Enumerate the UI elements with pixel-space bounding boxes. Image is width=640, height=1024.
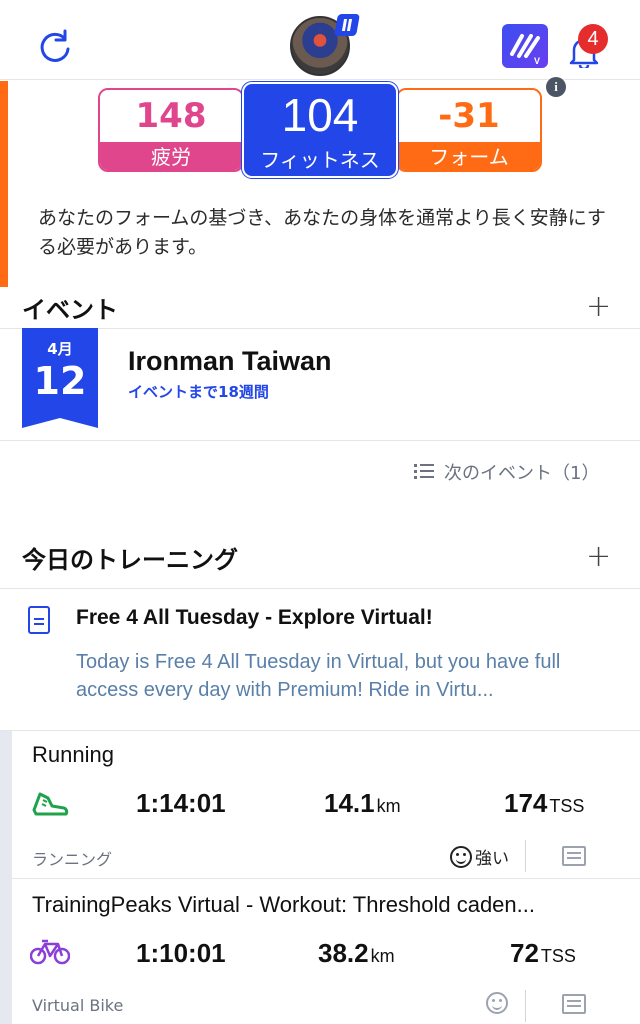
app-header: V 4 bbox=[0, 0, 640, 80]
distance-unit: km bbox=[370, 946, 395, 966]
fitness-metric[interactable]: 104 フィットネス bbox=[242, 82, 398, 178]
events-section-title: イベント bbox=[22, 296, 118, 324]
document-icon bbox=[28, 606, 50, 634]
divider bbox=[12, 878, 640, 879]
workout-type: ランニング bbox=[32, 850, 113, 869]
distance-value: 38.2 bbox=[318, 938, 369, 968]
divider bbox=[0, 440, 640, 441]
premium-badge-icon bbox=[334, 14, 360, 36]
form-status-bar bbox=[0, 81, 8, 287]
refresh-icon[interactable] bbox=[36, 27, 74, 65]
event-name[interactable]: Ironman Taiwan bbox=[128, 346, 332, 377]
tss-value: 174 bbox=[504, 788, 548, 818]
divider bbox=[525, 840, 526, 872]
event-day: 12 bbox=[33, 359, 87, 403]
workout-tss: 72 TSS bbox=[510, 938, 576, 969]
event-countdown: イベントまで18週間 bbox=[128, 383, 269, 401]
distance-value: 14.1 bbox=[324, 788, 375, 818]
divider bbox=[525, 990, 526, 1022]
workouts-list bbox=[0, 730, 640, 1024]
training-section-title: 今日のトレーニング bbox=[22, 546, 238, 574]
divider bbox=[0, 730, 640, 731]
running-shoe-icon bbox=[32, 792, 69, 816]
fatigue-metric[interactable]: 148 疲労 bbox=[98, 88, 244, 172]
workout-type: Virtual Bike bbox=[32, 996, 124, 1015]
workout-duration: 1:14:01 bbox=[136, 788, 226, 818]
next-events-link[interactable]: 次のイベント（1） bbox=[414, 459, 599, 485]
fitness-label: フィットネス bbox=[260, 148, 380, 172]
info-icon[interactable]: i bbox=[546, 77, 566, 97]
svg-text:V: V bbox=[534, 56, 540, 66]
workout-title[interactable]: TrainingPeaks Virtual - Workout: Thresho… bbox=[32, 892, 616, 918]
trainingpeaks-virtual-logo-icon[interactable]: V bbox=[502, 24, 548, 68]
event-date-flag: 4月 12 bbox=[22, 328, 98, 428]
workout-feel-label: 強い bbox=[475, 849, 509, 869]
divider bbox=[0, 588, 640, 589]
form-label: フォーム bbox=[398, 142, 540, 170]
form-message: あなたのフォームの基づき、あなたの身体を通常より長く安静にする必要があります。 bbox=[38, 207, 606, 258]
notification-count-badge: 4 bbox=[578, 24, 608, 54]
form-metric[interactable]: -31 フォーム bbox=[396, 88, 542, 172]
add-feel-icon bbox=[486, 992, 508, 1014]
workout-feel-button[interactable]: 強い bbox=[450, 844, 509, 869]
fitness-value: 104 bbox=[281, 89, 359, 141]
fatigue-label: 疲労 bbox=[100, 142, 242, 170]
tss-unit: TSS bbox=[540, 946, 576, 966]
workout-tss: 174 TSS bbox=[504, 788, 584, 819]
fatigue-value: 148 bbox=[100, 90, 242, 142]
comment-icon[interactable] bbox=[562, 846, 586, 866]
next-events-label: 次のイベント（1） bbox=[444, 463, 600, 484]
bike-icon bbox=[30, 939, 70, 965]
tss-value: 72 bbox=[510, 938, 539, 968]
add-event-button[interactable]: + bbox=[586, 292, 611, 322]
note-title[interactable]: Free 4 All Tuesday - Explore Virtual! bbox=[76, 606, 433, 630]
add-workout-button[interactable]: + bbox=[586, 542, 611, 572]
smiley-icon bbox=[450, 845, 472, 868]
note-body: Today is Free 4 All Tuesday in Virtual, … bbox=[76, 651, 561, 701]
workout-feel-button[interactable] bbox=[486, 992, 511, 1014]
workouts-edge bbox=[0, 730, 12, 1024]
comment-icon[interactable] bbox=[562, 994, 586, 1014]
event-month: 4月 bbox=[47, 340, 73, 358]
workout-distance: 38.2 km bbox=[318, 938, 395, 969]
workout-duration: 1:10:01 bbox=[136, 938, 226, 968]
tss-unit: TSS bbox=[549, 796, 585, 816]
list-icon bbox=[414, 464, 434, 480]
form-value: -31 bbox=[398, 90, 540, 142]
distance-unit: km bbox=[376, 796, 401, 816]
workout-title[interactable]: Running bbox=[32, 742, 616, 768]
workout-distance: 14.1 km bbox=[324, 788, 401, 819]
